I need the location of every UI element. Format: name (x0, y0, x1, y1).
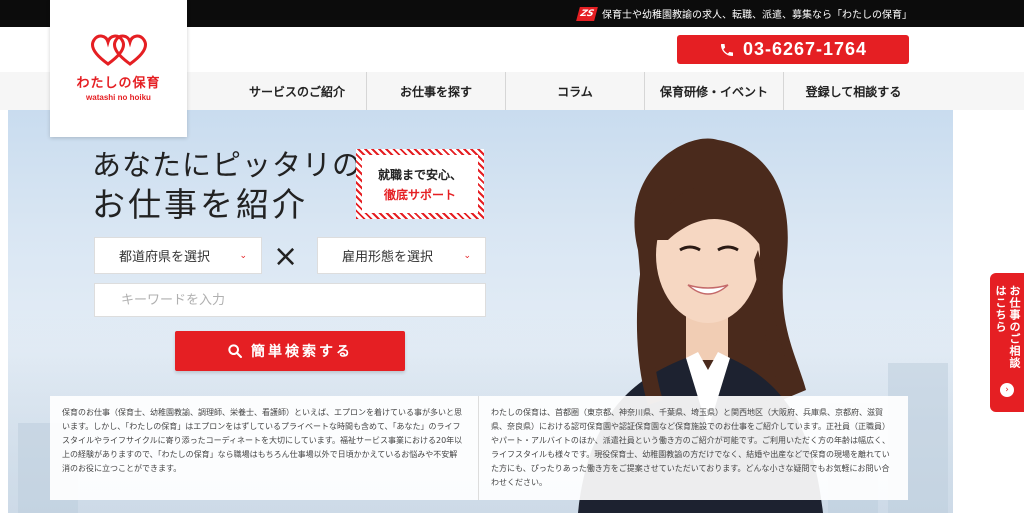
logo-subtitle: watashi no hoiku (86, 93, 151, 102)
prefecture-select[interactable]: 都道府県を選択 ⌄ (94, 237, 262, 274)
badge-line-2: 徹底サポート (383, 187, 456, 202)
search-button-label: 簡単検索する (251, 344, 353, 360)
times-symbol: × (273, 239, 299, 274)
intro-text-right: わたしの保育は、首都圏（東京都、神奈川県、千葉県、埼玉県）と関西地区（大阪府、兵… (491, 408, 890, 487)
phone-number: 03-6267-1764 (742, 39, 868, 59)
keyword-input[interactable] (94, 283, 486, 317)
hearts-logo-icon (90, 34, 147, 66)
top-bar-text: 保育士や幼稚園教諭の求人、転職、派遣、募集なら「わたしの保育」 (602, 10, 912, 21)
employment-type-select[interactable]: 雇用形態を選択 ⌄ (317, 237, 486, 274)
prefecture-select-value: 都道府県を選択 (119, 250, 211, 265)
top-bar-tagline: ZS 保育士や幼稚園教諭の求人、転職、派遣、募集なら「わたしの保育」 (576, 6, 912, 21)
company-mark-icon: ZS (576, 6, 598, 21)
logo-name: わたしの保育 (76, 76, 161, 91)
intro-panel: 保育のお仕事（保育士、幼稚園教諭、調理師、栄養士、看護師）といえば、エプロンを着… (50, 396, 908, 500)
phone-icon (720, 43, 733, 56)
nav-item-services[interactable]: サービスのご紹介 (228, 72, 367, 110)
search-icon (228, 344, 242, 358)
chevron-right-icon: › (1000, 383, 1014, 397)
chevron-down-icon: ⌄ (463, 251, 471, 261)
nav-item-register[interactable]: 登録して相談する (784, 72, 923, 110)
employment-type-select-value: 雇用形態を選択 (342, 250, 434, 265)
nav-item-column[interactable]: コラム (506, 72, 645, 110)
support-badge: 就職まで安心、 徹底サポート (356, 149, 484, 219)
nav-item-find-jobs[interactable]: お仕事を探す (367, 72, 506, 110)
hero-headline: あなたにピッタリの お仕事を紹介 (92, 145, 362, 225)
nav-item-training-events[interactable]: 保育研修・イベント (645, 72, 784, 110)
site-logo[interactable]: わたしの保育 watashi no hoiku (50, 0, 187, 137)
badge-line-1: 就職まで安心、 (377, 167, 462, 182)
phone-button[interactable]: 03-6267-1764 (677, 35, 909, 64)
headline-line-1: あなたにピッタリの (92, 148, 363, 182)
chevron-down-icon: ⌄ (239, 251, 247, 261)
intro-text-left: 保育のお仕事（保育士、幼稚園教諭、調理師、栄養士、看護師）といえば、エプロンを着… (50, 396, 479, 500)
consultation-side-tab[interactable]: お仕事のご相談はこちら › (990, 273, 1024, 412)
consultation-side-tab-label: お仕事のご相談はこちら (994, 285, 1021, 369)
search-button[interactable]: 簡単検索する (175, 331, 405, 371)
headline-line-2: お仕事を紹介 (92, 185, 308, 224)
